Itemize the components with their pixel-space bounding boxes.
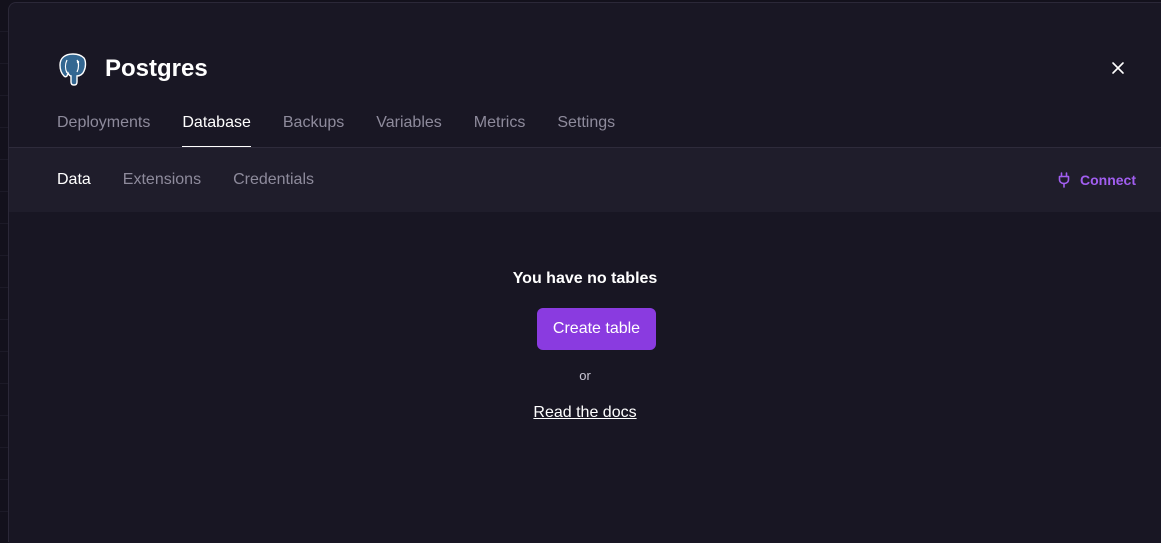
- create-table-button[interactable]: Create table: [537, 308, 656, 350]
- docs-link-wrap: Read the docs: [9, 404, 1161, 422]
- connect-button[interactable]: Connect: [1058, 148, 1136, 212]
- subtab-extensions[interactable]: Extensions: [123, 171, 201, 189]
- read-docs-link[interactable]: Read the docs: [533, 404, 636, 421]
- service-title: Postgres: [105, 55, 208, 82]
- subtab-data[interactable]: Data: [57, 171, 91, 189]
- tab-deployments[interactable]: Deployments: [57, 111, 150, 147]
- tab-metrics[interactable]: Metrics: [474, 111, 526, 147]
- panel-header: Postgres Deployments Database Backups Va…: [9, 3, 1161, 147]
- service-panel: Postgres Deployments Database Backups Va…: [8, 2, 1161, 543]
- tab-database[interactable]: Database: [182, 111, 251, 147]
- or-separator: or: [579, 368, 591, 383]
- database-subtabs: Data Extensions Credentials: [57, 148, 346, 212]
- tab-variables[interactable]: Variables: [376, 111, 442, 147]
- postgres-elephant-icon: [57, 52, 89, 86]
- database-subbar: Data Extensions Credentials Connect: [9, 148, 1161, 212]
- close-icon[interactable]: [1109, 59, 1127, 77]
- tab-settings[interactable]: Settings: [557, 111, 615, 147]
- subtab-credentials[interactable]: Credentials: [233, 171, 314, 189]
- tab-backups[interactable]: Backups: [283, 111, 344, 147]
- connect-label: Connect: [1080, 172, 1136, 188]
- plug-icon: [1058, 172, 1070, 188]
- data-content: You have no tables Create table or Read …: [9, 212, 1161, 543]
- service-tabs: Deployments Database Backups Variables M…: [57, 111, 647, 147]
- backdrop: [0, 0, 8, 542]
- empty-state-title: You have no tables: [512, 270, 658, 287]
